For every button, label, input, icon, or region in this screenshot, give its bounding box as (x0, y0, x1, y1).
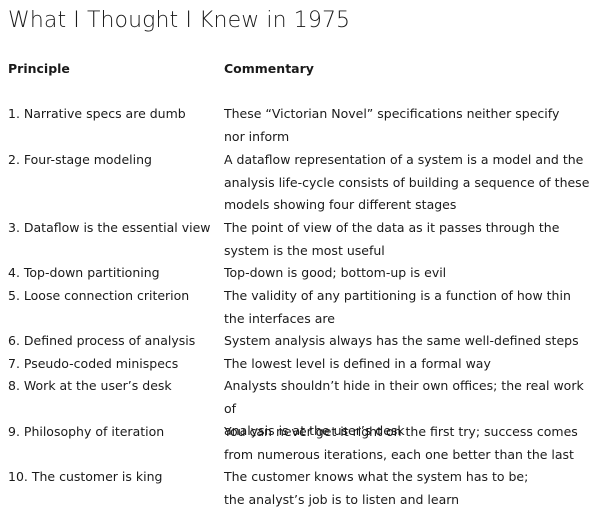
principle-cell: 5. Loose connection criterion (8, 288, 190, 303)
commentary-cell: These “Victorian Novel” specifications n… (224, 106, 560, 144)
commentary-cell: A dataflow representation of a system is… (224, 152, 590, 212)
commentary-cell: System analysis always has the same well… (224, 333, 579, 348)
commentary-cell: The validity of any partitioning is a fu… (224, 288, 571, 326)
principle-cell: 2. Four-stage modeling (8, 152, 152, 167)
commentary-cell: The point of view of the data as it pass… (224, 220, 560, 258)
commentary-column-header: Commentary (224, 61, 314, 76)
commentary-cell: You can never get it right on the first … (224, 424, 578, 462)
principle-column-header: Principle (8, 61, 70, 76)
principle-cell: 3. Dataflow is the essential view (8, 220, 211, 235)
commentary-cell: The customer knows what the system has t… (224, 469, 529, 507)
principle-cell: 9. Philosophy of iteration (8, 424, 165, 439)
principle-cell: 7. Pseudo-coded minispecs (8, 356, 179, 371)
commentary-cell: The lowest level is defined in a formal … (224, 356, 491, 371)
principle-cell: 8. Work at the user’s desk (8, 378, 172, 393)
page-title: What I Thought I Knew in 1975 (8, 8, 351, 33)
principle-cell: 4. Top-down partitioning (8, 265, 160, 280)
principle-cell: 1. Narrative specs are dumb (8, 106, 186, 121)
principle-cell: 10. The customer is king (8, 469, 163, 484)
principle-cell: 6. Defined process of analysis (8, 333, 196, 348)
commentary-cell: Top-down is good; bottom-up is evil (224, 265, 447, 280)
